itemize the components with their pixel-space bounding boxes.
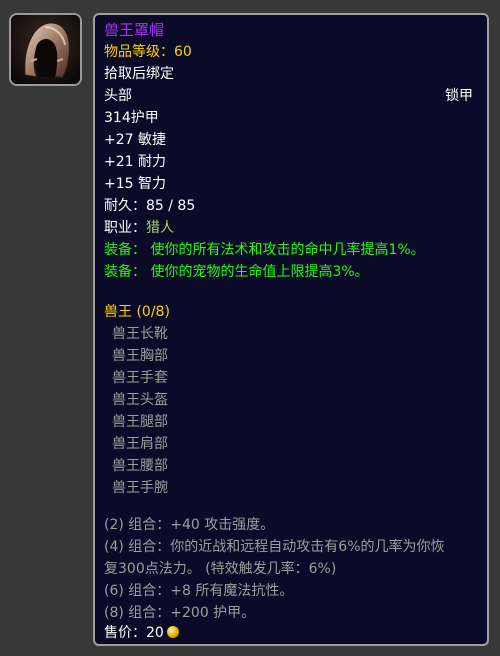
equip-effect: 装备： 使你的所有法术和攻击的命中几率提高1%。 bbox=[104, 240, 425, 260]
set-piece: 兽王腰部 bbox=[112, 458, 168, 474]
tooltip-screen: 兽王罩帽 物品等级：60 拾取后绑定 头部 锁甲 314护甲 +27 敏捷 +2… bbox=[0, 0, 500, 656]
item-name: 兽王罩帽 bbox=[104, 21, 165, 39]
stat-line: +27 敏捷 bbox=[104, 132, 166, 148]
equip-text: 使你的宠物的生命值上限提高3%。 bbox=[150, 264, 369, 280]
set-piece: 兽王胸部 bbox=[112, 348, 168, 364]
stat-line: +15 智力 bbox=[104, 176, 166, 192]
class-label: 职业： bbox=[104, 220, 146, 236]
set-bonus: (4) 组合：你的近战和远程自动攻击有6%的几率为你恢 bbox=[104, 539, 445, 555]
equip-label: 装备： bbox=[104, 264, 146, 280]
armor-type: 锁甲 bbox=[445, 88, 473, 104]
item-slot: 头部 bbox=[104, 88, 132, 104]
item-level: 物品等级：60 bbox=[104, 44, 192, 60]
set-bonus: (8) 组合：+200 护甲。 bbox=[104, 605, 256, 621]
set-piece: 兽王手套 bbox=[112, 370, 168, 386]
set-piece: 兽王手腕 bbox=[112, 480, 168, 496]
class-value: 猎人 bbox=[146, 220, 174, 236]
stat-line: +21 耐力 bbox=[104, 154, 166, 170]
item-tooltip: 兽王罩帽 物品等级：60 拾取后绑定 头部 锁甲 314护甲 +27 敏捷 +2… bbox=[93, 13, 489, 646]
item-icon-frame[interactable] bbox=[9, 13, 82, 86]
set-name: 兽王 (0/8) bbox=[104, 304, 170, 320]
equip-label: 装备： bbox=[104, 242, 146, 258]
set-bonus: (2) 组合：+40 攻击强度。 bbox=[104, 517, 275, 533]
set-bonus: 复300点法力。 (特效触发几率：6%) bbox=[104, 561, 337, 577]
hooded-helm-icon bbox=[11, 15, 80, 84]
sell-value: 20 bbox=[146, 625, 164, 641]
set-piece: 兽王腿部 bbox=[112, 414, 168, 430]
class-requirement: 职业：猎人 bbox=[104, 218, 174, 238]
bind-type: 拾取后绑定 bbox=[104, 66, 174, 82]
sell-label: 售价： bbox=[104, 625, 146, 641]
armor-value: 314护甲 bbox=[104, 110, 159, 126]
equip-effect: 装备： 使你的宠物的生命值上限提高3%。 bbox=[104, 262, 369, 282]
gold-coin-icon bbox=[166, 626, 179, 638]
set-piece: 兽王头盔 bbox=[112, 392, 168, 408]
equip-text: 使你的所有法术和攻击的命中几率提高1%。 bbox=[150, 242, 425, 258]
set-piece: 兽王长靴 bbox=[112, 326, 168, 342]
sell-price: 售价：20 bbox=[104, 623, 179, 643]
durability: 耐久：85 / 85 bbox=[104, 198, 196, 214]
set-piece: 兽王肩部 bbox=[112, 436, 168, 452]
set-bonus: (6) 组合：+8 所有魔法抗性。 bbox=[104, 583, 294, 599]
